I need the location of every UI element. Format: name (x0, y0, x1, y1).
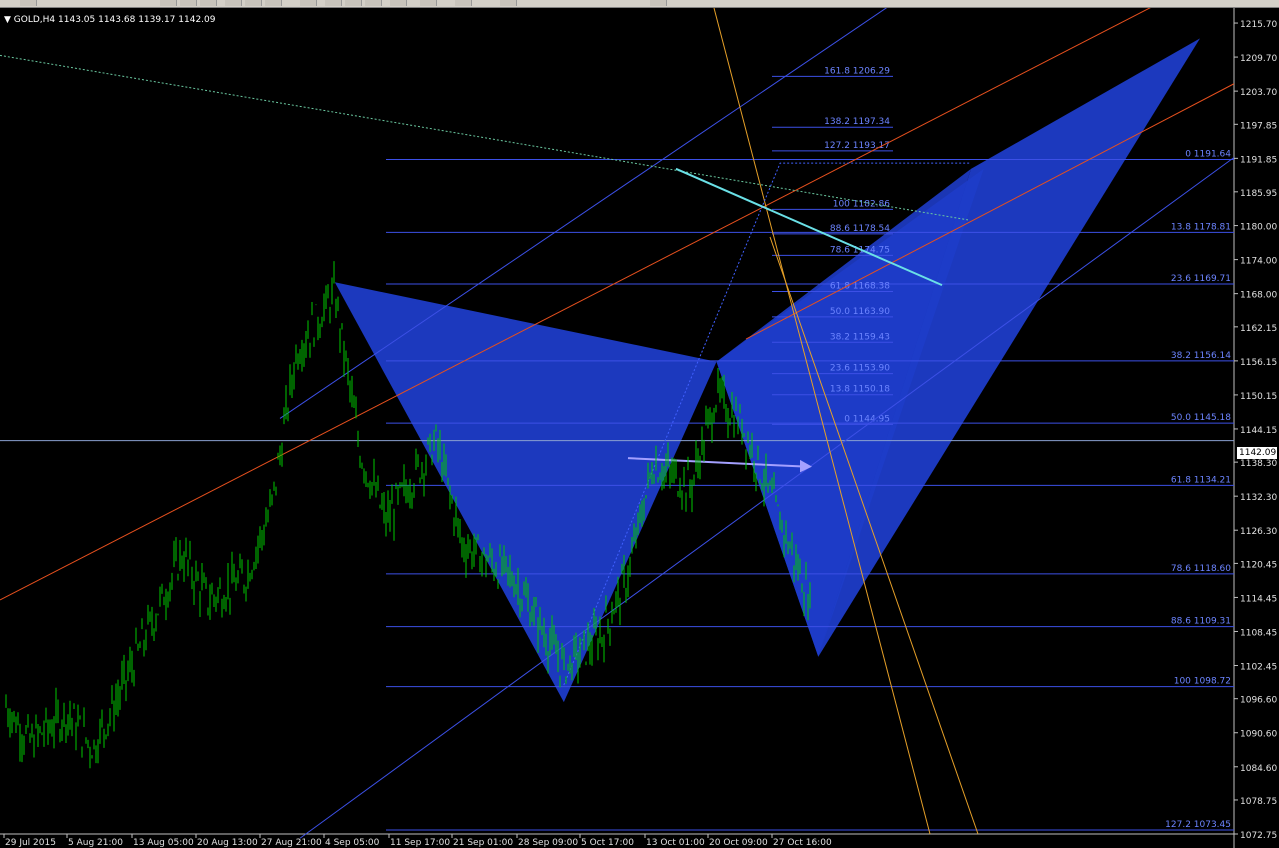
price-tick-label: 1138.30 (1240, 459, 1277, 469)
symbol-name: GOLD,H4 (13, 15, 56, 25)
time-tick-label: 27 Aug 21:00 (261, 838, 322, 848)
fib-level-label: 38.2 1159.43 (830, 332, 890, 342)
current-price-badge: 1142.09 (1237, 447, 1277, 459)
time-tick-label: 29 Jul 2015 (5, 838, 56, 848)
fib-level-label: 138.2 1197.34 (824, 117, 890, 127)
price-tick-label: 1072.75 (1240, 831, 1277, 841)
fib-level-label: 38.2 1156.14 (1171, 351, 1231, 361)
price-chart[interactable]: 0 1191.64 13.8 1178.81 23.6 1169.71 38.2 11… (0, 8, 1279, 848)
fib-level-label: 0 1191.64 (1185, 150, 1231, 160)
globe-icon[interactable] (265, 0, 282, 6)
fib-level-label: 13.8 1178.81 (1171, 222, 1231, 232)
price-tick-label: 1090.60 (1240, 730, 1277, 740)
zoom-icon[interactable] (390, 0, 407, 6)
crosshair-icon[interactable] (160, 0, 177, 6)
add-icon[interactable] (245, 0, 262, 6)
symbol-ohlc: 1143.05 1143.68 1139.17 1142.09 (58, 15, 216, 25)
fib-level-label: 100 1182.86 (833, 199, 891, 209)
price-tick-label: 1114.45 (1240, 594, 1277, 604)
fib-level-label: 0 1144.95 (844, 414, 890, 424)
fib-level-label: 78.6 1118.60 (1171, 564, 1231, 574)
price-tick-label: 1120.45 (1240, 560, 1277, 570)
price-tick-label: 1108.45 (1240, 628, 1277, 638)
template-icon[interactable] (300, 0, 317, 6)
toolbar (0, 0, 1279, 8)
fib-level-label: 78.6 1174.75 (830, 245, 890, 255)
price-tick-label: 1203.70 (1240, 88, 1277, 98)
time-tick-label: 21 Sep 01:00 (453, 838, 513, 848)
fib-level-label: 13.8 1150.18 (830, 385, 890, 395)
add-icon[interactable] (500, 0, 517, 6)
time-tick-label: 28 Sep 09:00 (518, 838, 578, 848)
fib-level-label: 100 1098.72 (1174, 677, 1231, 687)
price-tick-label: 1132.30 (1240, 493, 1277, 503)
price-tick-label: 1215.70 (1240, 20, 1277, 30)
symbol-header: ▼ GOLD,H4 1143.05 1143.68 1139.17 1142.0… (4, 15, 215, 25)
price-tick-label: 1084.60 (1240, 764, 1277, 774)
fib-level-label: 127.2 1193.17 (824, 141, 890, 151)
crosshair-icon[interactable] (365, 0, 382, 6)
price-tick-label: 1168.00 (1240, 291, 1277, 301)
fib-level-label: 161.8 1206.29 (824, 66, 890, 76)
time-tick-label: 27 Oct 16:00 (773, 838, 832, 848)
fib-level-label: 50.0 1145.18 (1171, 413, 1231, 423)
time-tick-label: 5 Aug 21:00 (68, 838, 123, 848)
time-tick-label: 20 Aug 13:00 (197, 838, 258, 848)
globe-icon[interactable] (650, 0, 667, 6)
price-tick-label: 1197.85 (1240, 121, 1277, 131)
dotted-trendline[interactable] (0, 54, 969, 221)
fib-level-label: 127.2 1073.45 (1165, 820, 1231, 830)
chart-tool-icon[interactable] (345, 0, 362, 6)
fib-level-label: 88.6 1178.54 (830, 224, 890, 234)
price-tick-label: 1191.85 (1240, 155, 1277, 165)
time-tick-label: 20 Oct 09:00 (709, 838, 768, 848)
price-tick-label: 1185.95 (1240, 189, 1277, 199)
price-tick-label: 1162.15 (1240, 324, 1277, 334)
time-tick-label: 13 Oct 01:00 (646, 838, 705, 848)
price-tick-label: 1174.00 (1240, 257, 1277, 267)
line-icon[interactable] (225, 0, 242, 6)
fib-level-label: 23.6 1169.71 (1171, 274, 1231, 284)
fib-level-label: 61.8 1134.21 (1171, 475, 1231, 485)
chart-tool-icon[interactable] (20, 0, 37, 6)
channel-line-blue[interactable] (299, 157, 1235, 839)
time-tick-label: 5 Oct 17:00 (581, 838, 634, 848)
price-tick-label: 1078.75 (1240, 797, 1277, 807)
time-tick-label: 11 Sep 17:00 (390, 838, 450, 848)
price-tick-label: 1180.00 (1240, 223, 1277, 233)
zoom-icon[interactable] (180, 0, 197, 6)
price-tick-label: 1150.15 (1240, 392, 1277, 402)
period-icon[interactable] (200, 0, 217, 6)
price-tick-label: 1209.70 (1240, 54, 1277, 64)
time-tick-label: 4 Sep 05:00 (325, 838, 380, 848)
price-tick-label: 1096.60 (1240, 696, 1277, 706)
collapse-arrow-icon[interactable]: ▼ (4, 15, 11, 25)
chart-window[interactable]: 0 1191.64 13.8 1178.81 23.6 1169.71 38.2 11… (0, 8, 1279, 848)
price-tick-label: 1126.30 (1240, 527, 1277, 537)
price-tick-label: 1156.15 (1240, 358, 1277, 368)
price-tick-label: 1102.45 (1240, 663, 1277, 673)
fib-level-label: 50.0 1163.90 (830, 307, 890, 317)
fib-level-label: 23.6 1153.90 (830, 364, 890, 374)
fib-level-label: 88.6 1109.31 (1171, 617, 1231, 627)
price-tick-label: 1144.15 (1240, 426, 1277, 436)
line-icon[interactable] (455, 0, 472, 6)
cursor-icon[interactable] (325, 0, 342, 6)
period-icon[interactable] (420, 0, 437, 6)
time-tick-label: 13 Aug 05:00 (133, 838, 194, 848)
